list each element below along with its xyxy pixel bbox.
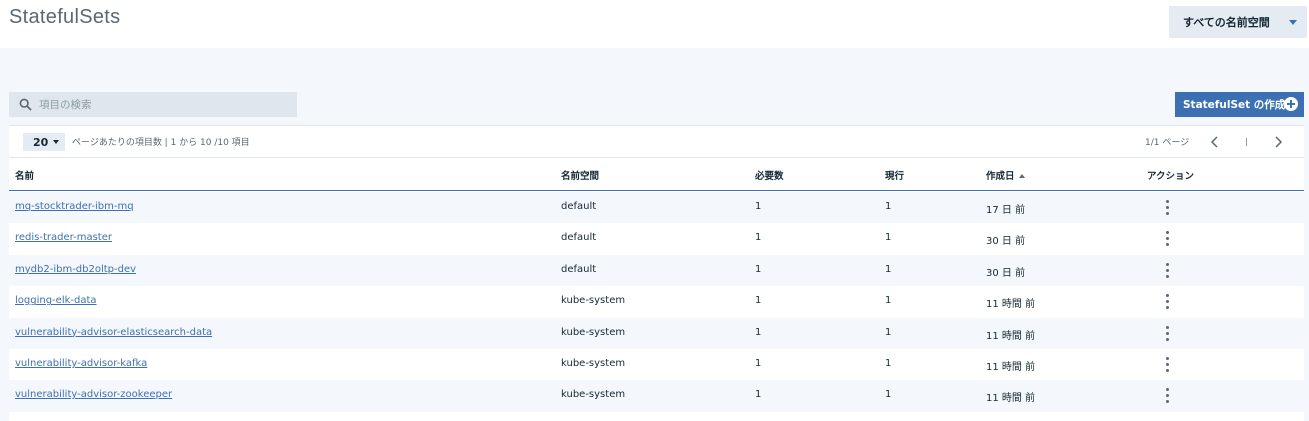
cell-desired: 1 <box>755 232 762 244</box>
items-per-page-select[interactable]: 20 <box>23 133 65 151</box>
cell-namespace: kube-system <box>561 295 626 307</box>
page-info: 1/1 ページ <box>1145 138 1190 148</box>
statefulset-link[interactable]: vulnerability-advisor-kafka <box>15 358 147 369</box>
cell-name: mydb2-ibm-db2oltp-dev <box>15 264 136 275</box>
cell-desired: 1 <box>755 201 762 212</box>
overflow-menu-icon[interactable] <box>1159 197 1175 217</box>
cell-created: 11 時間 前 <box>986 361 1036 373</box>
table-row: vulnerability-advisor-zookeeper kube-syst… <box>9 380 1304 412</box>
table-body: mq-stocktrader-ibm-mq default 1 1 17 日 前 redi… <box>9 192 1304 412</box>
cell-current: 1 <box>885 263 892 275</box>
column-header-current[interactable]: 現行 <box>885 168 904 182</box>
cell-desired: 1 <box>755 326 762 338</box>
cell-name: mq-stocktrader-ibm-mq <box>15 201 134 212</box>
table-row: vulnerability-advisor-kafka kube-system 1 1… <box>9 348 1304 381</box>
statefulset-link[interactable]: vulnerability-advisor-elasticsearch-data <box>15 327 212 338</box>
caret-down-icon <box>53 140 59 144</box>
column-header-desired[interactable]: 必要数 <box>755 168 784 182</box>
overflow-menu-icon[interactable] <box>1159 228 1175 248</box>
cell-current: 1 <box>885 232 892 244</box>
cell-namespace: kube-system <box>561 389 626 401</box>
search-bar <box>9 92 297 117</box>
create-statefulset-label: StatefulSet の作成 <box>1183 99 1286 111</box>
pagination-divider <box>1246 138 1247 146</box>
cell-created: 17 日 前 <box>986 205 1026 216</box>
statefulset-link[interactable]: redis-trader-master <box>15 232 112 243</box>
chevron-right-icon[interactable] <box>1270 133 1286 151</box>
namespace-select-label: すべての名前空間 <box>1183 16 1270 29</box>
chevron-left-icon[interactable] <box>1207 133 1223 151</box>
page-title: StatefulSets <box>9 6 121 28</box>
overflow-menu-icon[interactable] <box>1159 260 1175 280</box>
cell-current: 1 <box>885 389 892 401</box>
cell-desired: 1 <box>755 357 762 369</box>
statefulset-link[interactable]: mq-stocktrader-ibm-mq <box>15 201 134 212</box>
namespace-select[interactable]: すべての名前空間 <box>1169 6 1307 38</box>
cell-name: vulnerability-advisor-elasticsearch-data <box>15 327 212 338</box>
search-input[interactable] <box>39 92 289 117</box>
overflow-menu-icon[interactable] <box>1159 385 1175 405</box>
items-per-page-value: 20 <box>33 135 49 149</box>
statefulset-link[interactable]: logging-elk-data <box>15 295 97 306</box>
statefulset-link[interactable]: mydb2-ibm-db2oltp-dev <box>15 264 136 275</box>
overflow-menu-icon[interactable] <box>1159 291 1175 311</box>
cell-desired: 1 <box>755 263 762 275</box>
overflow-menu-icon[interactable] <box>1159 354 1175 374</box>
table-row: mq-stocktrader-ibm-mq default 1 1 17 日 前 <box>9 192 1304 224</box>
cell-created: 11 時間 前 <box>986 330 1036 342</box>
cell-created: 30 日 前 <box>986 236 1026 248</box>
cell-namespace: default <box>561 263 597 275</box>
cell-desired: 1 <box>755 295 762 307</box>
page-header: StatefulSets すべての名前空間 <box>0 0 1309 48</box>
cell-desired: 1 <box>755 389 762 401</box>
table-row: logging-elk-data kube-system 1 1 11 時間 前 <box>9 286 1304 318</box>
statefulset-link[interactable]: vulnerability-advisor-zookeeper <box>15 389 172 400</box>
table-row: vulnerability-advisor-elasticsearch-data… <box>9 317 1304 349</box>
create-statefulset-button[interactable]: StatefulSet の作成 <box>1175 92 1304 117</box>
column-header-created-label: 作成日 <box>986 171 1015 182</box>
cell-current: 1 <box>885 295 892 307</box>
pagination-bar: 20 ページあたりの項目数 | 1 から 10 /10 項目 1/1 ページ <box>9 126 1304 158</box>
column-header-created[interactable]: 作成日 <box>986 168 1025 182</box>
cell-created: 11 時間 前 <box>986 299 1036 311</box>
cell-namespace: default <box>561 232 597 244</box>
cell-name: logging-elk-data <box>15 295 97 306</box>
cell-namespace: default <box>561 201 597 212</box>
statefulsets-table: 20 ページあたりの項目数 | 1 から 10 /10 項目 1/1 ページ 名… <box>9 125 1304 421</box>
table-header: 名前 名前空間 必要数 現行 作成日 アクション <box>9 159 1304 191</box>
cell-current: 1 <box>885 357 892 369</box>
cell-name: vulnerability-advisor-zookeeper <box>15 389 172 400</box>
cell-name: vulnerability-advisor-kafka <box>15 358 147 369</box>
overflow-menu-icon[interactable] <box>1159 323 1175 343</box>
column-header-name[interactable]: 名前 <box>15 168 34 182</box>
table-row: mydb2-ibm-db2oltp-dev default 1 1 30 日 前 <box>9 254 1304 287</box>
caret-down-icon <box>1289 20 1297 25</box>
cell-namespace: kube-system <box>561 326 626 338</box>
search-icon <box>19 98 32 111</box>
cell-created: 11 時間 前 <box>986 393 1036 405</box>
table-row: redis-trader-master default 1 1 30 日 前 <box>9 223 1304 255</box>
sort-ascending-icon <box>1018 174 1025 178</box>
cell-current: 1 <box>885 201 892 212</box>
column-header-actions: アクション <box>1147 171 1195 182</box>
items-per-page-text: ページあたりの項目数 | 1 から 10 /10 項目 <box>72 138 250 148</box>
cell-created: 30 日 前 <box>986 267 1026 279</box>
cell-current: 1 <box>885 326 892 338</box>
cell-name: redis-trader-master <box>15 232 112 243</box>
add-icon <box>1284 97 1298 111</box>
cell-namespace: kube-system <box>561 357 626 369</box>
column-header-namespace[interactable]: 名前空間 <box>561 168 599 182</box>
